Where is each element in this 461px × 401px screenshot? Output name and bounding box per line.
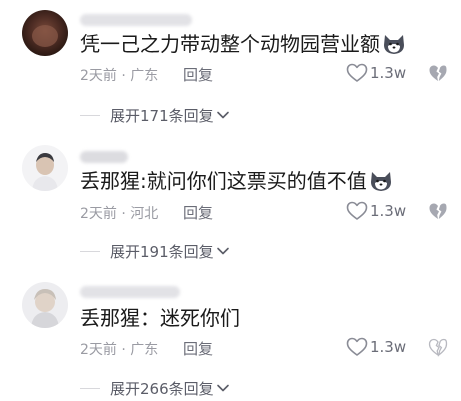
reply-button[interactable]: 回复 xyxy=(183,338,213,359)
meta-separator: · xyxy=(116,68,131,84)
username-blurred[interactable] xyxy=(80,151,128,163)
comment-location: 广东 xyxy=(130,68,159,84)
expand-replies-button[interactable]: 展开266条回复 xyxy=(110,378,230,399)
divider-line xyxy=(80,387,100,389)
comment-text: 凭一己之力带动整个动物园营业额 xyxy=(80,32,406,56)
like-button[interactable]: 1.3w xyxy=(346,201,406,221)
avatar[interactable] xyxy=(22,10,68,56)
heart-outline-icon xyxy=(346,201,368,220)
like-count: 1.3w xyxy=(370,338,407,356)
comment-item: 丢那猩:就问你们这票买的值不值 2天前 · 河北 回复 1.3w 展开191条回… xyxy=(0,135,461,265)
time-location: 2天前 · 广东 xyxy=(80,339,158,359)
comment-text: 丢那猩：迷死你们 xyxy=(80,306,240,330)
comment-text: 丢那猩:就问你们这票买的值不值 xyxy=(80,169,393,193)
husky-emoji-icon xyxy=(382,33,406,55)
avatar[interactable] xyxy=(22,282,68,328)
expand-replies-label: 展开191条回复 xyxy=(110,242,214,261)
divider-line xyxy=(80,250,100,252)
expand-replies: 展开191条回复 xyxy=(80,241,230,261)
like-button[interactable]: 1.3w xyxy=(346,337,406,357)
like-count: 1.3w xyxy=(370,202,407,220)
chevron-down-icon xyxy=(216,111,229,119)
chevron-down-icon xyxy=(216,384,229,392)
reply-button[interactable]: 回复 xyxy=(183,64,213,85)
comment-meta: 2天前 · 河北 回复 1.3w xyxy=(80,201,461,223)
comment-location: 广东 xyxy=(130,342,159,358)
expand-replies-label: 展开171条回复 xyxy=(110,106,214,125)
expand-replies-button[interactable]: 展开171条回复 xyxy=(110,105,230,126)
like-button[interactable]: 1.3w xyxy=(346,63,406,83)
time-location: 2天前 · 河北 xyxy=(80,203,158,223)
comment-item: 凭一己之力带动整个动物园营业额 2天前 · 广东 回复 1.3w 展开171条回… xyxy=(0,0,461,130)
username-blurred[interactable] xyxy=(80,14,192,26)
meta-separator: · xyxy=(116,342,131,358)
heart-outline-icon xyxy=(346,337,368,356)
comment-time: 2天前 xyxy=(80,342,117,358)
chevron-down-icon xyxy=(216,247,229,255)
time-location: 2天前 · 广东 xyxy=(80,65,158,85)
expand-replies: 展开171条回复 xyxy=(80,105,230,125)
broken-heart-icon[interactable] xyxy=(428,64,448,83)
divider-line xyxy=(80,114,100,116)
comment-item: 丢那猩：迷死你们 2天前 · 广东 回复 1.3w 展开266条回复 xyxy=(0,272,461,401)
expand-replies-button[interactable]: 展开191条回复 xyxy=(110,241,230,262)
comment-meta: 2天前 · 广东 回复 1.3w xyxy=(80,63,461,85)
comment-time: 2天前 xyxy=(80,206,117,222)
comment-location: 河北 xyxy=(130,206,159,222)
username-blurred[interactable] xyxy=(80,286,180,298)
avatar[interactable] xyxy=(22,145,68,191)
meta-separator: · xyxy=(116,206,131,222)
comment-body: 丢那猩：迷死你们 xyxy=(80,306,240,330)
expand-replies: 展开266条回复 xyxy=(80,378,230,398)
reply-button[interactable]: 回复 xyxy=(183,202,213,223)
broken-heart-icon[interactable] xyxy=(428,202,448,221)
like-count: 1.3w xyxy=(370,64,407,82)
comment-body: 丢那猩:就问你们这票买的值不值 xyxy=(80,169,367,193)
comment-meta: 2天前 · 广东 回复 1.3w xyxy=(80,337,461,359)
husky-emoji-icon xyxy=(369,170,393,192)
comment-time: 2天前 xyxy=(80,68,117,84)
heart-outline-icon xyxy=(346,63,368,82)
comment-body: 凭一己之力带动整个动物园营业额 xyxy=(80,32,380,56)
broken-heart-icon[interactable] xyxy=(428,338,448,357)
expand-replies-label: 展开266条回复 xyxy=(110,379,214,398)
